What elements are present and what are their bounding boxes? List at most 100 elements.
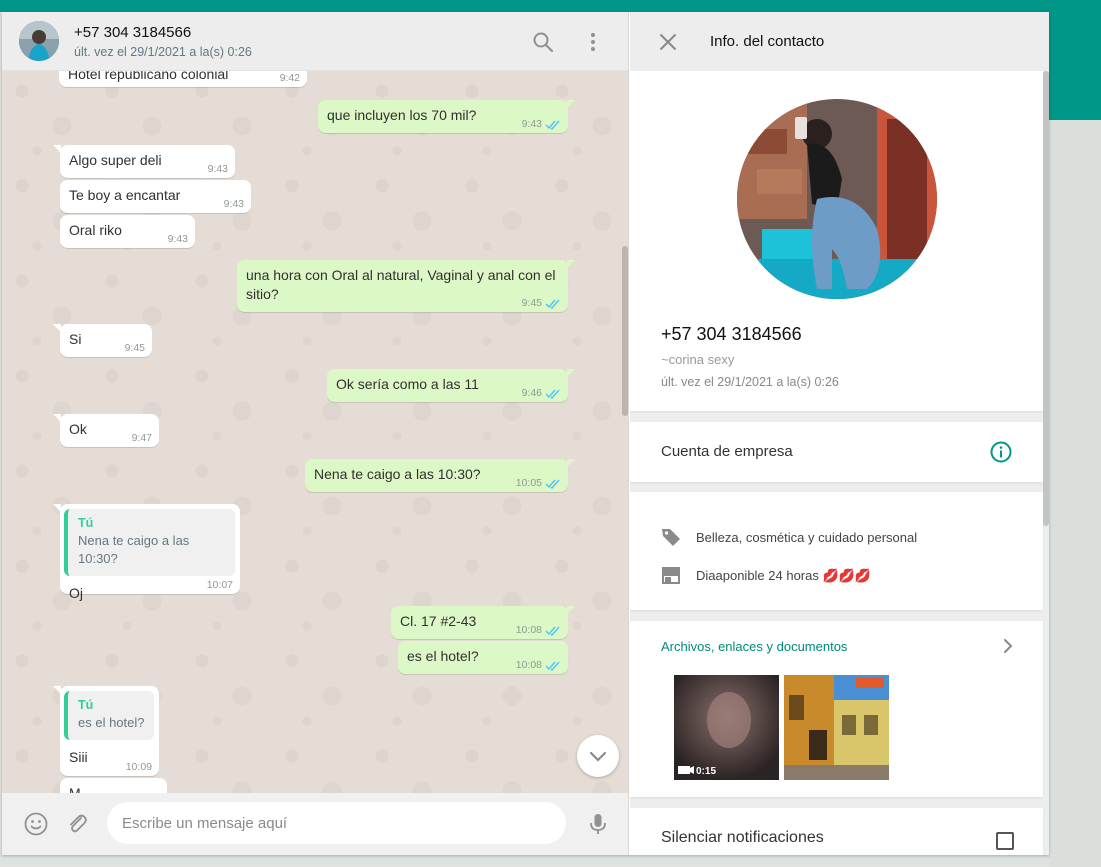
chat-header[interactable]: +57 304 3184566 últ. vez el 29/1/2021 a … [2,12,628,71]
scroll-down-button[interactable] [577,735,619,777]
message-in[interactable]: Algo super deli 9:43 [53,145,235,178]
right-accent-band [1049,12,1101,120]
read-ticks-icon [545,120,560,130]
message-time: 10:08 [515,624,542,636]
message-text: Te boy a encantar [69,187,181,203]
info-scrollbar[interactable] [1043,71,1049,526]
chevron-down-icon [589,751,607,762]
video-duration: 0:15 [696,766,717,777]
read-ticks-icon [545,626,560,636]
message-text: Algo super deli [69,152,162,168]
quote-text: es el hotel? [78,715,145,730]
message-time: 9:43 [167,233,188,245]
message-time: 9:45 [521,297,542,309]
chat-scrollbar[interactable] [622,246,628,416]
message-in[interactable]: Si 9:45 [53,324,152,357]
read-ticks-icon [545,479,560,489]
close-icon[interactable] [656,30,680,54]
read-ticks-icon [545,389,560,399]
media-card[interactable]: Archivos, enlaces y documentos 0:15 [630,621,1043,797]
store-icon [660,564,682,586]
message-in[interactable]: Ok 9:47 [53,414,159,447]
message-text: que incluyen los 70 mil? [327,107,477,123]
message-time: 9:43 [207,163,228,175]
menu-dots-icon[interactable] [581,30,605,54]
message-in[interactable]: Hotel republicano colonial 9:42 [59,71,307,87]
media-thumbnail-image[interactable] [784,675,889,780]
message-in-reply[interactable]: Tú Nena te caigo a las 10:30? Oj 10:07 [53,504,240,601]
message-text: Siii [69,749,88,765]
message-time: 10:09 [125,761,152,773]
message-text: Ok [69,421,87,437]
message-out[interactable]: Nena te caigo a las 10:30? 10:05 [305,459,575,492]
message-text: Si [69,331,82,347]
message-input[interactable] [107,802,566,844]
message-time: 9:47 [131,432,152,444]
message-in[interactable]: Te boy a encantar 9:43 [60,180,251,213]
microphone-icon[interactable] [585,811,611,837]
top-accent-band [0,0,1101,12]
chevron-right-icon[interactable] [998,636,1018,656]
attach-icon[interactable] [64,811,90,837]
compose-bar [2,793,628,855]
business-details-card: Belleza, cosmética y cuidado personal Di… [630,492,1043,610]
profile-picture[interactable] [737,99,937,299]
media-thumbnail-video[interactable]: 0:15 [674,675,779,780]
message-out[interactable]: Cl. 17 #2-43 10:08 [391,606,575,639]
business-account-row[interactable]: Cuenta de empresa [630,422,1043,482]
mute-notifications-row[interactable]: Silenciar notificaciones [630,808,1043,855]
quote-text: Nena te caigo a las 10:30? [78,533,190,566]
read-ticks-icon [545,299,560,309]
message-time: 10:08 [515,659,542,671]
message-out[interactable]: Ok sería como a las 11 9:46 [327,369,575,402]
message-text: es el hotel? [407,648,479,664]
message-time: 10:07 [206,579,233,591]
quoted-message[interactable]: Tú Nena te caigo a las 10:30? [64,509,235,576]
contact-info-title: Info. del contacto [710,33,825,50]
message-text: Nena te caigo a las 10:30? [314,466,481,482]
quote-author: Tú [78,698,94,712]
contact-about: ~corina sexy [661,352,735,367]
message-time: 9:43 [521,118,542,130]
message-text: una hora con Oral al natural, Vaginal y … [246,267,556,302]
message-in[interactable]: Oral riko 9:43 [60,215,195,248]
message-time: 10:05 [515,477,542,489]
business-account-label: Cuenta de empresa [661,443,793,460]
message-time: 9:45 [124,342,145,354]
contact-info-pane: Info. del contacto +57 304 3184566 ~cori… [630,12,1049,855]
mute-checkbox[interactable] [996,832,1014,850]
info-icon[interactable] [989,440,1013,464]
chat-title[interactable]: +57 304 3184566 [74,24,191,41]
mute-notifications-label: Silenciar notificaciones [661,829,824,846]
message-out[interactable]: una hora con Oral al natural, Vaginal y … [237,260,575,312]
message-text: M [69,785,81,793]
whatsapp-window: +57 304 3184566 últ. vez el 29/1/2021 a … [2,12,1049,855]
message-list[interactable]: Hotel republicano colonial 9:42 que incl… [2,71,628,793]
contact-name: +57 304 3184566 [661,324,802,344]
emoji-icon[interactable] [23,811,49,837]
message-time: 9:42 [279,72,300,84]
message-time: 9:46 [521,387,542,399]
contact-last-seen: últ. vez el 29/1/2021 a la(s) 0:26 [661,375,839,389]
message-in[interactable]: M [60,778,167,793]
search-icon[interactable] [531,30,555,54]
message-out[interactable]: que incluyen los 70 mil? 9:43 [318,100,575,133]
media-link[interactable]: Archivos, enlaces y documentos [661,639,847,654]
business-hours: Diaaponible 24 horas 💋💋💋 [696,568,872,583]
profile-card: +57 304 3184566 ~corina sexy últ. vez el… [630,71,1043,411]
message-time: 9:43 [223,198,244,210]
chat-pane: +57 304 3184566 últ. vez el 29/1/2021 a … [2,12,629,855]
tag-icon [660,526,682,548]
quote-author: Tú [78,516,94,530]
message-text: Cl. 17 #2-43 [400,613,477,629]
contact-info-header: Info. del contacto [630,12,1049,71]
quoted-message[interactable]: Tú es el hotel? [64,691,154,740]
message-text: Ok sería como a las 11 [336,376,479,392]
message-out[interactable]: es el hotel? 10:08 [398,641,568,674]
message-text: Oj [69,585,83,601]
message-in-reply[interactable]: Tú es el hotel? Siii 10:09 [53,686,159,776]
read-ticks-icon [545,661,560,671]
message-text: Oral riko [69,222,122,238]
business-category: Belleza, cosmética y cuidado personal [696,530,918,545]
contact-avatar[interactable] [19,21,59,61]
